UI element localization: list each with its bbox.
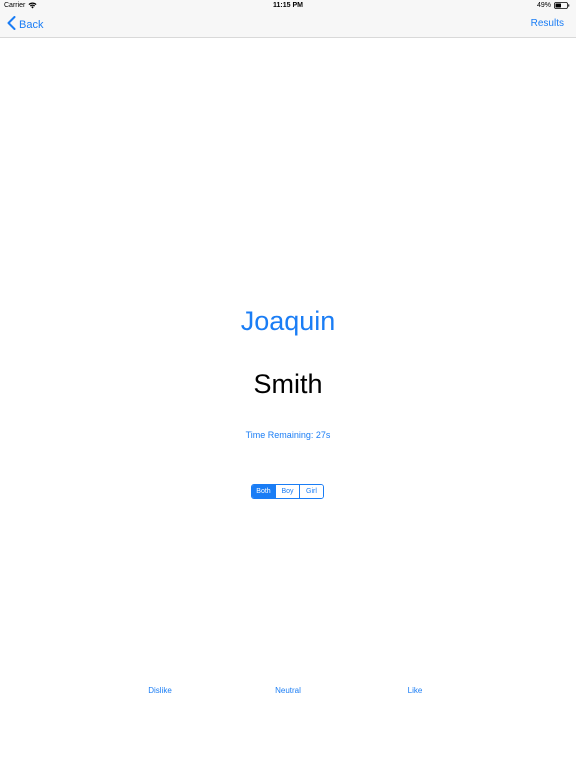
last-name-label: Smith: [253, 369, 323, 399]
chevron-left-icon: [7, 16, 16, 33]
status-time: 11:15 PM: [273, 2, 303, 9]
app-screen: Carrier 11:15 PM 49% Back Results Joaqui…: [0, 0, 576, 768]
status-bar: Carrier 11:15 PM 49%: [0, 0, 576, 12]
dislike-button[interactable]: Dislike: [130, 686, 190, 695]
back-button[interactable]: Back: [7, 16, 43, 33]
time-remaining-label: Time Remaining: 27s: [245, 430, 331, 440]
segment-both[interactable]: Both: [252, 485, 275, 498]
segment-boy[interactable]: Boy: [275, 485, 299, 498]
navigation-bar: Back Results: [0, 12, 576, 38]
segment-girl[interactable]: Girl: [299, 485, 323, 498]
neutral-button[interactable]: Neutral: [258, 686, 318, 695]
battery-percent: 49%: [536, 2, 551, 9]
battery-icon: [554, 2, 570, 9]
results-button[interactable]: Results: [531, 18, 564, 29]
gender-segmented-control: Both Boy Girl: [251, 484, 324, 499]
first-name-label: Joaquin: [240, 306, 336, 336]
status-right: 49%: [537, 2, 570, 9]
like-button[interactable]: Like: [385, 686, 445, 695]
back-label: Back: [19, 19, 44, 31]
